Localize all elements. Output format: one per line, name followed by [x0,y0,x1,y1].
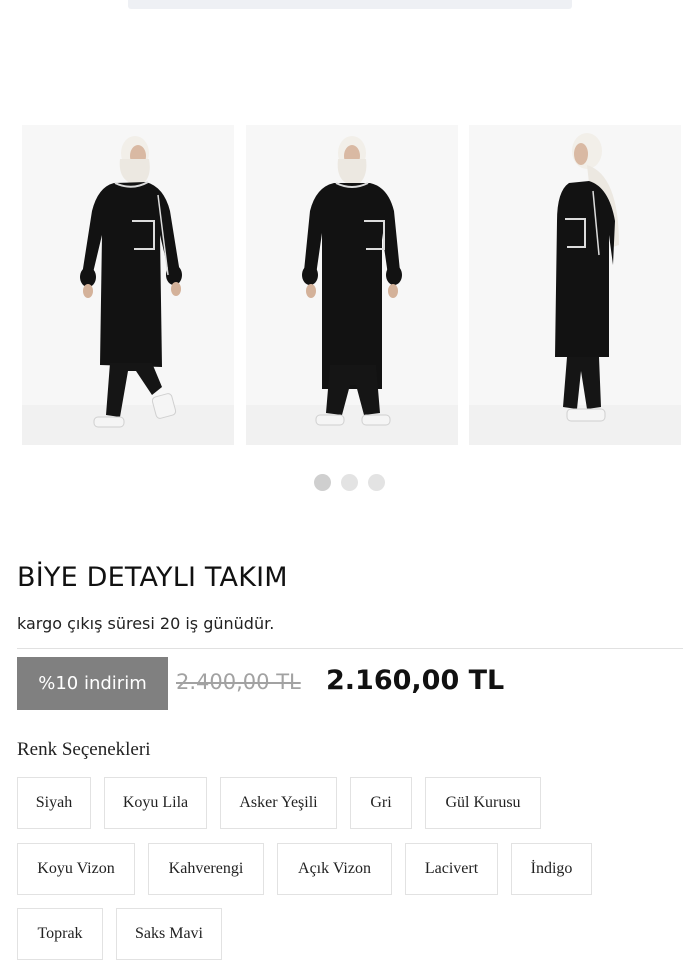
top-image-strip [128,0,572,9]
color-option-acik-vizon[interactable]: Açık Vizon [277,843,392,895]
color-option-lacivert[interactable]: Lacivert [405,843,498,895]
product-image-2[interactable] [246,125,458,445]
gallery-dot-1[interactable] [314,474,331,491]
gallery-dot-2[interactable] [341,474,358,491]
product-image-3[interactable] [469,125,681,445]
color-option-gri[interactable]: Gri [350,777,412,829]
product-gallery[interactable] [0,125,700,445]
shipping-note: kargo çıkış süresi 20 iş günüdür. [17,614,275,633]
color-option-asker-yesili[interactable]: Asker Yeşili [220,777,337,829]
discount-badge: %10 indirim [17,657,168,710]
color-option-kahverengi[interactable]: Kahverengi [148,843,264,895]
gallery-dot-3[interactable] [368,474,385,491]
new-price: 2.160,00 TL [326,665,505,696]
color-option-indigo[interactable]: İndigo [511,843,592,895]
product-page: BİYE DETAYLI TAKIM kargo çıkış süresi 20… [0,0,700,980]
gallery-pagination [0,474,700,492]
color-option-saks-mavi[interactable]: Saks Mavi [116,908,222,960]
divider [17,648,683,649]
product-image-1[interactable] [22,125,234,445]
old-price: 2.400,00 TL [176,670,301,694]
color-option-toprak[interactable]: Toprak [17,908,103,960]
color-option-koyu-lila[interactable]: Koyu Lila [104,777,207,829]
color-option-siyah[interactable]: Siyah [17,777,91,829]
color-option-gul-kurusu[interactable]: Gül Kurusu [425,777,541,829]
product-title: BİYE DETAYLI TAKIM [17,562,288,593]
color-option-koyu-vizon[interactable]: Koyu Vizon [17,843,135,895]
color-options-title: Renk Seçenekleri [17,739,151,760]
